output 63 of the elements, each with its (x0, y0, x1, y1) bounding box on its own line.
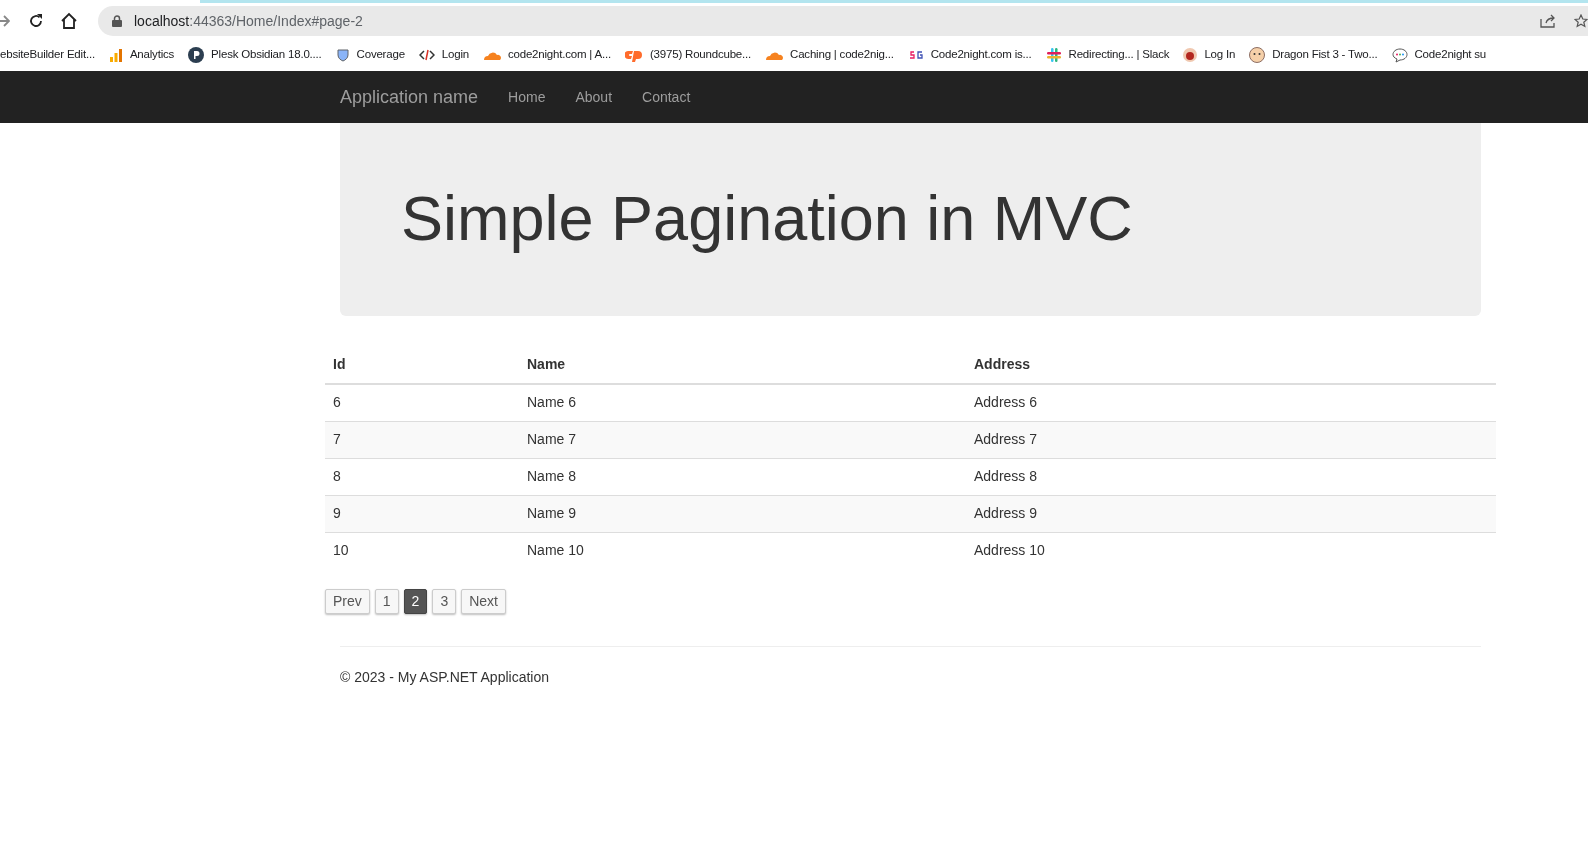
letter-circle-icon (188, 47, 205, 63)
page-button[interactable]: 3 (432, 589, 457, 614)
table-cell: 9 (325, 495, 519, 532)
table-cell: Name 9 (519, 495, 966, 532)
table-cell: Name 6 (519, 384, 966, 421)
page-button[interactable]: 2 (403, 589, 428, 614)
cartoon-face-icon (1249, 47, 1266, 63)
table-cell: Name 7 (519, 421, 966, 458)
page-button[interactable]: 1 (374, 589, 399, 614)
table-cell: Address 6 (966, 384, 1496, 421)
bookmark-link[interactable]: Login (441, 46, 469, 64)
bookmark-link[interactable]: (3975) Roundcube... (650, 46, 752, 64)
page-title: Simple Pagination in MVC (401, 182, 1133, 256)
bookmark-link[interactable]: Caching | code2nig... (790, 46, 894, 64)
page-button[interactable]: Prev (325, 589, 370, 614)
table-cell: 7 (325, 421, 519, 458)
lock-icon (112, 15, 122, 27)
url-host: localhost (134, 11, 190, 31)
cloud-icon (483, 50, 501, 60)
bookmark-link[interactable]: code2night.com | A... (508, 46, 611, 64)
table-cell: Address 9 (966, 495, 1496, 532)
table-cell: 10 (325, 532, 519, 569)
table-cell: Name 10 (519, 532, 966, 569)
bookmark-link[interactable]: Plesk Obsidian 18.0.... (211, 46, 322, 64)
bookmark-link[interactable]: Coverage (356, 46, 405, 64)
code-icon (418, 48, 435, 62)
bookmark-link[interactable]: Dragon Fist 3 - Two... (1272, 46, 1378, 64)
bar-chart-icon (108, 48, 123, 62)
bookmark-link[interactable]: Analytics (129, 46, 175, 64)
star-icon[interactable] (1574, 14, 1588, 28)
table-cell: 6 (325, 384, 519, 421)
home-icon[interactable] (60, 12, 78, 30)
bookmark-link[interactable]: Code2night su (1414, 46, 1487, 64)
table-cell: 8 (325, 458, 519, 495)
nav-link[interactable]: Contact (642, 86, 691, 108)
url-path: :44363/Home/Index#page-2 (189, 11, 363, 31)
column-header: Name (519, 346, 966, 384)
bookmark-link[interactable]: Redirecting... | Slack (1068, 46, 1170, 64)
reload-icon[interactable] (28, 13, 44, 29)
table-cell: Name 8 (519, 458, 966, 495)
footer-text: © 2023 - My ASP.NET Application (340, 668, 551, 687)
nav-link[interactable]: Home (508, 86, 546, 108)
nav-link[interactable]: About (575, 86, 613, 108)
bookmark-link[interactable]: ebsiteBuilder Edit... (0, 46, 95, 64)
table-cell: Address 10 (966, 532, 1496, 569)
logo-icon (625, 48, 643, 62)
bookmark-link[interactable]: Code2night.com is... (930, 46, 1032, 64)
shield-icon (335, 48, 350, 62)
bookmark-link[interactable]: Log In (1204, 46, 1236, 64)
column-header: Id (325, 346, 519, 384)
logo-icon (907, 49, 924, 61)
brand-link[interactable]: Application name (340, 83, 479, 111)
table-cell: Address 7 (966, 421, 1496, 458)
forward-arrow-icon[interactable] (0, 14, 10, 28)
share-icon[interactable] (1540, 14, 1556, 28)
hash-logo-icon (1045, 47, 1062, 63)
round-logo-icon (1183, 48, 1198, 62)
column-header: Address (966, 346, 1496, 384)
cloud-icon (765, 50, 784, 60)
chat-bubble-icon (1391, 47, 1408, 63)
page-button[interactable]: Next (461, 589, 506, 614)
table-cell: Address 8 (966, 458, 1496, 495)
address-bar[interactable]: localhost:44363/Home/Index#page-2 (98, 6, 1588, 36)
